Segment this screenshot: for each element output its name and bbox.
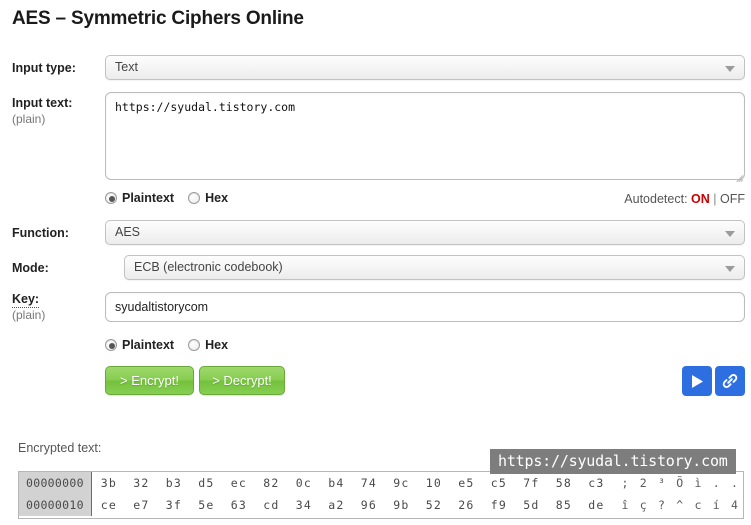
input-text-label-main: Input text: [12, 96, 73, 110]
encrypted-hex-dump[interactable]: 00000000 3b 32 b3 d5 ec 82 0c b4 74 9c 1… [18, 471, 744, 519]
input-text-sublabel: (plain) [12, 112, 46, 126]
hex-ascii: ; 2 ³ Õ ì . . ´ t □ . å Å ▯ X Ã [621, 476, 741, 490]
link-icon [721, 372, 739, 390]
autodetect-separator: | [713, 192, 717, 206]
hex-offset: 00000010 [19, 494, 92, 516]
hex-offset: 00000000 [19, 472, 92, 494]
key-encoding-hex-option[interactable]: Hex [188, 338, 228, 352]
autodetect-on-link[interactable]: ON [691, 192, 710, 206]
function-label: Function: [12, 226, 69, 240]
hex-ascii: î ç ? ^ c í 4 ¢ □ . R 8 ù ] □ Þ [621, 498, 741, 512]
function-select[interactable]: AES [105, 220, 745, 245]
table-row: 00000010 ce e7 3f 5e 63 cd 34 a2 96 9b 5… [19, 494, 743, 516]
chevron-down-icon [725, 266, 735, 272]
input-type-select[interactable]: Text [105, 55, 745, 80]
page-title: AES – Symmetric Ciphers Online [12, 8, 304, 29]
input-encoding-plaintext-label: Plaintext [122, 191, 175, 205]
radio-selected-icon [105, 192, 117, 204]
chevron-down-icon [725, 231, 735, 237]
key-encoding-plaintext-label: Plaintext [122, 338, 175, 352]
encrypt-button[interactable]: > Encrypt! [105, 366, 194, 395]
input-encoding-plaintext-option[interactable]: Plaintext [105, 191, 174, 205]
key-sublabel: (plain) [12, 308, 46, 322]
aes-cipher-page: AES – Symmetric Ciphers Online Input typ… [0, 0, 751, 525]
radio-unselected-icon [188, 339, 201, 351]
input-type-value: Text [115, 60, 138, 74]
autodetect-off-link[interactable]: OFF [720, 192, 745, 206]
radio-unselected-icon [188, 192, 201, 204]
input-text-textarea[interactable] [105, 92, 745, 180]
watermark-overlay: https://syudal.tistory.com [490, 449, 736, 474]
mode-value: ECB (electronic codebook) [134, 260, 283, 274]
table-row: 00000000 3b 32 b3 d5 ec 82 0c b4 74 9c 1… [19, 472, 743, 494]
key-encoding-radio-group[interactable]: Plaintext Hex [105, 338, 242, 352]
autodetect-control: Autodetect: ON | OFF [624, 192, 745, 206]
run-button[interactable] [682, 366, 712, 396]
chevron-down-icon [725, 66, 735, 72]
play-icon [690, 374, 704, 389]
key-input[interactable] [105, 292, 745, 322]
input-encoding-hex-option[interactable]: Hex [188, 191, 228, 205]
encrypted-text-label: Encrypted text: [18, 441, 102, 455]
key-label-main: Key: [12, 292, 40, 308]
key-encoding-plaintext-option[interactable]: Plaintext [105, 338, 174, 352]
input-type-label: Input type: [12, 61, 76, 75]
mode-label: Mode: [12, 261, 49, 275]
input-encoding-radio-group[interactable]: Plaintext Hex [105, 191, 242, 205]
input-text-label: Input text: (plain) [12, 96, 72, 126]
permalink-button[interactable] [715, 366, 745, 396]
key-encoding-hex-label: Hex [205, 338, 229, 352]
mode-select[interactable]: ECB (electronic codebook) [124, 255, 745, 280]
function-value: AES [115, 225, 141, 239]
decrypt-button[interactable]: > Decrypt! [199, 366, 285, 395]
hex-bytes: 3b 32 b3 d5 ec 82 0c b4 74 9c 10 e5 c5 7… [100, 476, 605, 490]
radio-selected-icon [105, 339, 117, 351]
hex-bytes: ce e7 3f 5e 63 cd 34 a2 96 9b 52 26 f9 5… [100, 498, 605, 512]
input-encoding-hex-label: Hex [205, 191, 229, 205]
key-label: Key: (plain) [12, 292, 45, 322]
autodetect-label: Autodetect: [624, 192, 688, 206]
